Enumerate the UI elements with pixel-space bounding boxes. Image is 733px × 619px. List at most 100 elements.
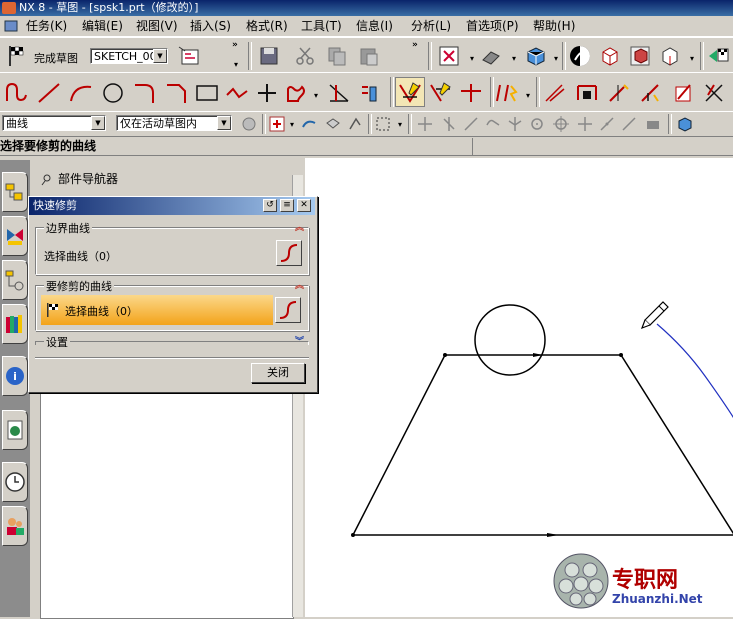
quick-trim-icon[interactable] xyxy=(397,81,423,105)
sketch-name-combo[interactable]: SKETCH_000 ▼ xyxy=(90,48,168,64)
constraint-icon[interactable] xyxy=(574,81,600,105)
reset-icon[interactable]: ↺ xyxy=(263,199,277,212)
menu-icon[interactable]: ≡ xyxy=(280,199,294,212)
navigator-scrollbar[interactable] xyxy=(292,388,303,617)
wireframe-icon[interactable] xyxy=(598,44,622,68)
toolbar-dropdown-icon[interactable]: ▾ xyxy=(232,60,240,70)
hidden-edge-icon[interactable] xyxy=(658,44,682,68)
auto-constrain-icon[interactable] xyxy=(606,81,632,105)
select-all-icon[interactable] xyxy=(268,115,286,133)
sketch-geometry[interactable] xyxy=(305,158,733,617)
chevron-down-icon[interactable]: ▾ xyxy=(510,54,518,64)
curve-rule-icon[interactable] xyxy=(300,115,318,133)
profile-icon[interactable] xyxy=(4,81,30,105)
resource-tab-web-browser[interactable] xyxy=(2,410,28,450)
snap-tangent-icon[interactable] xyxy=(552,115,570,133)
close-button[interactable]: 关闭 xyxy=(251,363,305,383)
dialog-title-bar[interactable]: 快速修剪 ↺ ≡ ✕ xyxy=(29,197,315,215)
copy-icon[interactable] xyxy=(326,45,348,67)
circle-icon[interactable] xyxy=(100,81,126,105)
trim-select-row-active[interactable]: 选择曲线（0） xyxy=(41,295,273,325)
save-icon[interactable] xyxy=(258,45,280,67)
fillet-icon[interactable] xyxy=(132,81,158,105)
menu-help[interactable]: 帮助(H) xyxy=(533,18,575,34)
collapse-up-icon[interactable]: ︽ xyxy=(295,220,304,233)
snap-existing-point-icon[interactable] xyxy=(576,115,594,133)
chevron-down-icon[interactable]: ▾ xyxy=(688,54,696,64)
reattach-sketch-icon[interactable] xyxy=(176,44,202,68)
menu-task[interactable]: 任务(K) xyxy=(26,18,67,34)
sketch-circle[interactable] xyxy=(474,304,546,376)
face-select-icon[interactable] xyxy=(324,115,342,133)
navigator-tree[interactable] xyxy=(40,388,294,619)
type-filter-combo[interactable]: 曲线 ▼ xyxy=(2,115,106,131)
chamfer-icon[interactable] xyxy=(164,81,190,105)
point-icon[interactable] xyxy=(254,81,280,105)
select-trim-curve-button[interactable] xyxy=(275,297,301,323)
snap-quadrant-icon[interactable] xyxy=(484,115,502,133)
chevron-down-icon[interactable]: ▾ xyxy=(312,91,320,101)
trim-to-corner-icon[interactable] xyxy=(326,81,352,105)
sketch-point[interactable] xyxy=(443,353,447,357)
menu-insert[interactable]: 插入(S) xyxy=(190,18,231,34)
render-flag-icon[interactable] xyxy=(706,44,730,68)
render-style-icon[interactable] xyxy=(524,44,548,68)
rectangle-select-icon[interactable] xyxy=(374,115,392,133)
resource-tab-constraint-navigator[interactable] xyxy=(2,216,28,256)
quick-extend-icon[interactable] xyxy=(428,81,454,105)
fit-view-icon[interactable] xyxy=(438,45,460,67)
snap-on-edge-icon[interactable] xyxy=(598,115,616,133)
graphics-window[interactable] xyxy=(305,158,733,617)
menu-format[interactable]: 格式(R) xyxy=(246,18,288,34)
make-corner-icon[interactable] xyxy=(458,81,484,105)
settings-group[interactable]: 设置 ︾ xyxy=(35,334,309,350)
polygon-icon[interactable] xyxy=(224,81,250,105)
view-orient-icon[interactable] xyxy=(480,45,502,67)
menu-info[interactable]: 信息(I) xyxy=(356,18,393,34)
chevron-down-icon[interactable]: ▾ xyxy=(468,54,476,64)
toolbar-overflow-icon[interactable]: » xyxy=(412,40,418,50)
select-boundary-button[interactable] xyxy=(276,240,302,266)
chevron-down-icon[interactable]: ▼ xyxy=(153,49,167,63)
resource-tab-assembly-navigator[interactable] xyxy=(2,172,28,212)
menu-edit[interactable]: 编辑(E) xyxy=(82,18,123,34)
expand-down-icon[interactable]: ︾ xyxy=(295,334,304,347)
animate-dimension-icon[interactable] xyxy=(670,81,696,105)
dimension-icon[interactable] xyxy=(542,81,568,105)
reset-filter-icon[interactable] xyxy=(240,115,258,133)
snap-center-icon[interactable] xyxy=(528,115,546,133)
snap-on-face-icon[interactable] xyxy=(620,115,638,133)
app-menu-icon[interactable] xyxy=(4,19,18,33)
menu-analysis[interactable]: 分析(L) xyxy=(411,18,451,34)
snap-point-on-curve-icon[interactable] xyxy=(462,115,480,133)
close-icon[interactable]: ✕ xyxy=(297,199,311,212)
menu-tools[interactable]: 工具(T) xyxy=(301,18,342,34)
chevron-down-icon[interactable]: ▾ xyxy=(396,120,404,130)
snap-intersection-icon[interactable] xyxy=(506,115,524,133)
snap-bounded-icon[interactable] xyxy=(644,115,662,133)
collapse-up-icon[interactable]: ︽ xyxy=(295,278,304,291)
paste-icon[interactable] xyxy=(358,45,380,67)
menu-view[interactable]: 视图(V) xyxy=(136,18,178,34)
resource-tab-hd3d-tools[interactable]: i xyxy=(2,356,28,396)
chevron-down-icon[interactable]: ▼ xyxy=(91,116,105,130)
chevron-down-icon[interactable]: ▾ xyxy=(524,91,532,101)
resource-tab-reuse-library[interactable] xyxy=(2,304,28,344)
finish-sketch-icon[interactable] xyxy=(6,44,30,68)
resource-tab-part-navigator[interactable] xyxy=(2,260,28,300)
offset-curve-icon[interactable] xyxy=(284,81,310,105)
snap-midpoint-icon[interactable] xyxy=(440,115,458,133)
chevron-down-icon[interactable]: ▼ xyxy=(217,116,231,130)
line-icon[interactable] xyxy=(36,81,62,105)
derived-lines-icon[interactable] xyxy=(494,81,520,105)
arc-icon[interactable] xyxy=(68,81,94,105)
chevron-down-icon[interactable]: ▾ xyxy=(288,120,296,130)
sketch-line-right[interactable] xyxy=(620,354,733,536)
menu-preferences[interactable]: 首选项(P) xyxy=(466,18,519,34)
body-select-icon[interactable] xyxy=(346,115,364,133)
convert-reference-icon[interactable] xyxy=(702,81,728,105)
chevron-down-icon[interactable]: ▾ xyxy=(552,54,560,64)
resource-tab-roles[interactable] xyxy=(2,506,28,546)
show-constraints-icon[interactable] xyxy=(638,81,664,105)
rectangle-icon[interactable] xyxy=(194,81,220,105)
